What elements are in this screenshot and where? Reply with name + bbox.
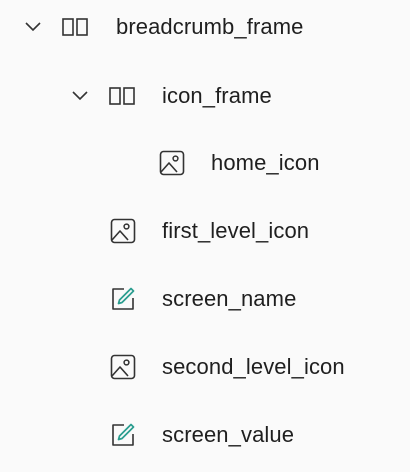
image-icon [157,148,187,178]
tree-item-label: second_level_icon [162,354,345,379]
tree-item-first-level-icon[interactable]: first_level_icon [0,209,410,253]
edit-text-icon [108,284,138,314]
layer-tree: breadcrumb_frame icon_frame home_icon fi… [0,0,410,472]
tree-item-screen-name[interactable]: screen_name [0,277,410,321]
tree-item-second-level-icon[interactable]: second_level_icon [0,345,410,389]
tree-item-label: breadcrumb_frame [116,14,304,39]
tree-item-label: first_level_icon [162,218,310,243]
tree-item-label: screen_value [162,422,295,447]
tree-item-label: screen_name [162,286,297,311]
chevron-down-icon[interactable] [24,18,42,36]
frame-icon [107,81,137,111]
frame-icon [60,12,90,42]
tree-item-icon-frame[interactable]: icon_frame [0,74,410,118]
tree-item-breadcrumb-frame[interactable]: breadcrumb_frame [0,5,410,49]
tree-item-screen-value[interactable]: screen_value [0,413,410,457]
chevron-down-icon[interactable] [71,87,89,105]
edit-text-icon [108,420,138,450]
tree-item-label: home_icon [211,150,320,175]
tree-item-label: icon_frame [162,83,272,108]
image-icon [108,216,138,246]
image-icon [108,352,138,382]
tree-item-home-icon[interactable]: home_icon [0,141,410,185]
